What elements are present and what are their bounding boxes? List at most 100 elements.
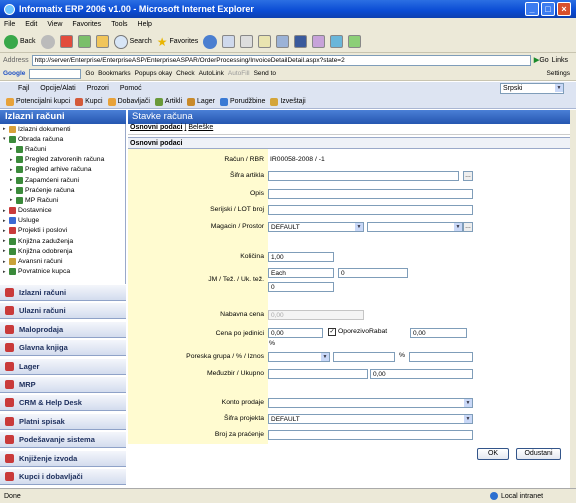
ok-button[interactable]: OK [477, 448, 509, 460]
google-go-button[interactable]: Go [85, 70, 94, 77]
media-button[interactable] [203, 34, 218, 49]
close-button[interactable]: × [557, 2, 571, 16]
tree-item[interactable]: ▾ Obrada računa [0, 134, 125, 144]
tree-item[interactable]: ▸ Pregled arhive računa [0, 165, 125, 175]
links-button[interactable]: Links [552, 57, 576, 64]
autolink-button[interactable]: AutoLink [199, 70, 224, 77]
discuss-button[interactable] [276, 35, 290, 48]
konto-prodaje-select[interactable]: ▼ [268, 398, 473, 408]
tezina-input[interactable]: 0 [338, 268, 408, 278]
poreska-grupa-select[interactable]: ▼ [268, 352, 330, 362]
poreska-procenat-input[interactable] [333, 352, 395, 362]
language-select[interactable]: Srpski ▼ [500, 83, 564, 94]
ukupno-input[interactable]: 0,00 [370, 369, 473, 379]
sifra-artikla-input[interactable] [268, 171, 459, 181]
tree-item[interactable]: ▸ Praćenje računa [0, 185, 125, 195]
module-button[interactable]: Lager [0, 357, 126, 375]
nabavna-cena-input[interactable]: 0,00 [268, 310, 364, 320]
module-button[interactable]: Glavna knjiga [0, 339, 126, 357]
medjuzbir-input[interactable] [268, 369, 368, 379]
module-button[interactable]: Podešavanje sistema [0, 431, 126, 449]
go-button[interactable]: ▶Go [534, 56, 549, 64]
back-button[interactable]: Back [4, 34, 36, 49]
menu-item-2[interactable]: View [47, 21, 62, 28]
toolbar-button-3[interactable]: Artikli [154, 97, 182, 106]
toolbar-button-2[interactable]: Dobavljači [107, 97, 150, 106]
tree-item[interactable]: ▸ Avansni računi [0, 256, 125, 266]
menu-item-0[interactable]: File [4, 21, 15, 28]
scrollbar[interactable] [570, 110, 576, 488]
menu-item-3[interactable]: Favorites [72, 21, 101, 28]
tab-osnovni-podaci[interactable]: Osnovni podaci [130, 124, 183, 134]
check-button[interactable]: Check [176, 70, 194, 77]
refresh-button[interactable] [77, 35, 91, 48]
popups-button[interactable]: Popups okay [135, 70, 173, 77]
forward-button[interactable] [40, 34, 55, 49]
magacin-select[interactable]: DEFAULT ▼ [268, 222, 364, 232]
search-button[interactable]: Search [113, 34, 152, 49]
tab-beleske[interactable]: Beleške [188, 124, 213, 134]
cancel-button[interactable]: Odustani [516, 448, 561, 460]
app-menu-item-1[interactable]: Opcije/Alati [40, 85, 75, 92]
tree-item[interactable]: ▸ Zapamćeni računi [0, 175, 125, 185]
ukupna-tezina-input[interactable]: 0 [268, 282, 334, 292]
toolbar-button-6[interactable]: Izveštaji [270, 97, 306, 106]
menu-item-1[interactable]: Edit [25, 21, 37, 28]
app-menu-item-0[interactable]: Fajl [18, 85, 29, 92]
sifra-lookup-button[interactable]: … [463, 171, 473, 181]
maximize-button[interactable]: □ [541, 2, 555, 16]
mail-button[interactable] [222, 35, 236, 48]
sendto-button[interactable]: Send to [254, 70, 276, 77]
tree-item[interactable]: ▸ Izlazni dokumenti [0, 124, 125, 134]
tree-item[interactable]: ▸ MP Računi [0, 195, 125, 205]
sifra-projekta-select[interactable]: DEFAULT ▼ [268, 414, 473, 424]
tree-item[interactable]: ▸ Projekti i poslovi [0, 226, 125, 236]
serijski-input[interactable] [268, 205, 473, 215]
tree-item[interactable]: ▸ Pregled zatvorenih računa [0, 155, 125, 165]
rabat-input[interactable]: 0,00 [410, 328, 467, 338]
menu-item-5[interactable]: Help [138, 21, 152, 28]
tree-item[interactable]: ▸ Knjižna zaduženja [0, 236, 125, 246]
address-input[interactable]: http://server/Enterprise/EnterpriseASP/E… [31, 54, 531, 66]
messenger-button[interactable] [294, 35, 308, 48]
google-search-input[interactable] [29, 68, 82, 79]
app-menu-item-2[interactable]: Prozori [87, 85, 109, 92]
print-button[interactable] [240, 35, 254, 48]
tree-item[interactable]: ▸ Povratnice kupca [0, 267, 125, 277]
tree-item[interactable]: ▸ Knjižna odobrenja [0, 246, 125, 256]
stop-button[interactable] [59, 35, 73, 48]
messenger-green-button[interactable] [348, 35, 362, 48]
toolbar-button-1[interactable]: Kupci [75, 97, 103, 106]
app-menu-item-3[interactable]: Pomoć [120, 85, 142, 92]
favorites-button[interactable]: ★ Favorites [157, 35, 199, 49]
prostor-lookup-button[interactable]: … [463, 222, 473, 232]
module-button[interactable]: Kupci i dobavljači [0, 468, 126, 485]
home-button[interactable] [95, 35, 109, 48]
module-button[interactable]: CRM & Help Desk [0, 394, 126, 412]
toolbar-button-0[interactable]: Potencijalni kupci [6, 97, 70, 106]
broj-pracenje-input[interactable] [268, 430, 473, 440]
module-button[interactable]: Platni spisak [0, 412, 126, 430]
kolicina-input[interactable]: 1,00 [268, 252, 334, 262]
toolbar-button-5[interactable]: Porudžbine [219, 97, 265, 106]
prostor-select[interactable]: ▼ [367, 222, 463, 232]
cena-input[interactable]: 0,00 [268, 328, 323, 338]
bookmarks-button[interactable]: Bookmarks [98, 70, 131, 77]
settings-button[interactable]: Settings [547, 70, 576, 77]
tree-item[interactable]: ▸ Računi [0, 144, 125, 154]
jm-input[interactable]: Each [268, 268, 334, 278]
module-button[interactable]: Ulazni računi [0, 302, 126, 320]
toolbar-button-4[interactable]: Lager [187, 97, 215, 106]
menu-item-4[interactable]: Tools [111, 21, 127, 28]
tool-button[interactable] [330, 35, 344, 48]
oporezivo-checkbox[interactable]: ✓ [328, 328, 336, 336]
research-button[interactable] [312, 35, 326, 48]
opis-input[interactable] [268, 189, 473, 199]
module-button[interactable]: MRP [0, 376, 126, 393]
tree-item[interactable]: ▸ Dostavnice [0, 206, 125, 216]
autofill-button[interactable]: AutoFill [228, 70, 250, 77]
porez-iznos-input[interactable] [409, 352, 473, 362]
edit-button[interactable] [258, 35, 272, 48]
module-button[interactable]: Knjiženje izvoda [0, 449, 126, 467]
module-button[interactable]: Maloprodaja [0, 320, 126, 338]
